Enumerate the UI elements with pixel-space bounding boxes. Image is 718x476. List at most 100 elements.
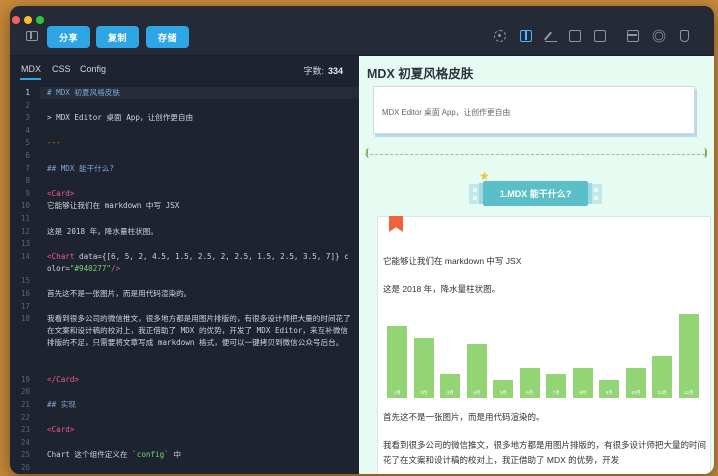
chart-bar-label: 12月 (683, 390, 694, 395)
preview-pane: MDX 初夏风格皮肤 MDX Editor 桌面 App，让创作更自由 1.MD… (359, 56, 714, 474)
chart-bar-label: 6月 (526, 390, 534, 395)
line-number: 24 (20, 437, 30, 447)
code-line-text: <Card> (47, 188, 75, 198)
preview-heading: 1.MDX 能干什么? (483, 181, 588, 206)
settings-icon[interactable] (494, 30, 506, 42)
star-icon: ★ (479, 169, 490, 183)
chart-bar-label: 5月 (499, 390, 507, 395)
line-number: 23 (20, 425, 30, 435)
line-number: 6 (25, 151, 30, 160)
word-count: 字数: 334 (303, 66, 343, 76)
divider-right-ornament (701, 148, 707, 158)
chart-bar: 3月 (440, 374, 461, 398)
split-view-icon[interactable] (520, 30, 532, 42)
brush-icon[interactable] (680, 30, 689, 42)
code-line-text: Chart 这个组件定义在 `config` 中 (47, 450, 181, 460)
chart-bar: 5月 (493, 380, 514, 398)
chart-bar: 8月 (572, 368, 593, 398)
chart-bar: 12月 (678, 314, 699, 398)
divider-left-ornament (366, 148, 372, 158)
sidebar-icon[interactable] (26, 31, 38, 41)
preview-paragraph-4: 我看到很多公司的微信推文，很多地方都是用图片排版的，有很多设计师把大量的时间花了… (383, 440, 707, 465)
layout-icon[interactable] (627, 30, 639, 42)
preview-title: MDX 初夏风格皮肤 (367, 67, 474, 81)
chart-bar-label: 9月 (605, 390, 613, 395)
line-number: 20 (20, 387, 30, 397)
chart-bar-label: 3月 (446, 390, 454, 395)
code-line-text: 这是 2018 年，降水量柱状图。 (47, 226, 158, 236)
chart-bar-label: 4月 (473, 390, 481, 395)
chart-bar: 10月 (625, 368, 646, 398)
line-number: 26 (20, 463, 30, 472)
code-line-text: 我看到很多公司的微信推文，很多地方都是用图片排版的，有很多设计师把大量的时间花了… (47, 314, 351, 348)
chart-bar-label: 2月 (420, 390, 428, 395)
line-number: 4 (25, 125, 30, 135)
code-editor[interactable]: MDX CSS Config 字数: 334 1 # MDX 初夏风格皮肤 2 3 > M… (10, 56, 359, 474)
code-line-text: 它能够让我们在 markdown 中写 JSX (47, 201, 180, 211)
chart-bar: 9月 (599, 380, 620, 398)
share-button[interactable]: 分享 (47, 26, 90, 48)
line-number: 17 (20, 301, 30, 311)
line-number: 7 (25, 163, 30, 173)
code-line-text: --- (47, 138, 61, 148)
editor-tabs: MDX CSS Config 字数: 334 (10, 56, 359, 82)
code-line-text: # MDX 初夏风格皮肤 (47, 88, 120, 97)
code-area[interactable]: 1 # MDX 初夏风格皮肤 2 3 > MDX Editor 桌面 App，让创作更自… (10, 87, 359, 474)
line-number: 19 (20, 374, 30, 384)
chart-bar-label: 8月 (579, 390, 587, 395)
line-number: 14 (20, 251, 30, 261)
chart-bar: 4月 (466, 344, 487, 398)
line-number: 11 (20, 214, 30, 223)
line-number: 15 (20, 276, 30, 286)
code-line-text: <Chart data={[6, 5, 2, 4.5, 1.5, 2.5, 2,… (47, 251, 349, 273)
line-number: 9 (25, 188, 30, 198)
line-number: 13 (20, 239, 30, 249)
preview-paragraph-3: 首先这不是一张图片，而是用代码渲染的。 (383, 412, 545, 422)
line-number: 25 (20, 450, 30, 460)
line-number: 10 (20, 201, 30, 211)
preview-paragraph-1: 它能够让我们在 markdown 中写 JSX (383, 256, 522, 266)
preview-divider (365, 154, 705, 155)
line-number: 1 (25, 88, 30, 97)
line-number: 2 (25, 100, 30, 110)
copy-button[interactable]: 复制 (96, 26, 139, 48)
chart-bar-label: 7月 (552, 390, 560, 395)
active-tab-indicator (20, 78, 41, 80)
chart-bar-label: 1月 (393, 390, 401, 395)
preview-blockquote: MDX Editor 桌面 App，让创作更自由 (373, 86, 695, 134)
chart-bar-label: 10月 (630, 390, 641, 395)
chart-bar: 2月 (413, 338, 434, 398)
preview-paragraph-2: 这是 2018 年，降水量柱状图。 (383, 284, 501, 294)
line-number: 22 (20, 412, 30, 422)
line-number: 8 (25, 176, 30, 186)
line-number: 3 (25, 113, 30, 123)
chart-bar: 6月 (519, 368, 540, 398)
minimize-window-button[interactable] (24, 16, 32, 24)
theme-icon[interactable] (654, 31, 664, 41)
line-number: 16 (20, 289, 30, 298)
chart-bar: 1月 (387, 326, 408, 398)
tab-mdx[interactable]: MDX (21, 64, 41, 74)
maximize-window-button[interactable] (36, 16, 44, 24)
line-number: 18 (20, 314, 30, 324)
save-button[interactable]: 存储 (146, 26, 189, 48)
code-line-text: > MDX Editor 桌面 App，让创作更自由 (47, 113, 194, 123)
line-number: 21 (20, 400, 30, 409)
code-line-text: 首先这不是一张图片，而是用代码渲染的。 (47, 289, 192, 298)
code-line-text: <Card> (47, 425, 75, 435)
app-window: 分享 复制 存储 MDX CSS Config 字数: 334 1 # MDX 初夏… (10, 6, 714, 474)
titlebar: 分享 复制 存储 (10, 6, 714, 56)
tab-css[interactable]: CSS (52, 64, 71, 74)
tab-config[interactable]: Config (80, 64, 106, 74)
heading-decoration-left (469, 184, 481, 204)
code-line-text: ## 实现 (47, 400, 76, 409)
line-number: 12 (20, 226, 30, 236)
dual-pane-icon[interactable] (594, 30, 606, 42)
heading-decoration-right (590, 184, 602, 204)
edit-icon[interactable] (545, 30, 557, 42)
preview-icon[interactable] (569, 30, 581, 42)
line-number: 5 (25, 138, 30, 148)
precipitation-bar-chart: 1月 2月 3月 4月 5月 6月 7月 8月 9月 10月 11月 12月 (384, 306, 702, 398)
close-window-button[interactable] (12, 16, 20, 24)
chart-bar: 11月 (652, 356, 673, 398)
